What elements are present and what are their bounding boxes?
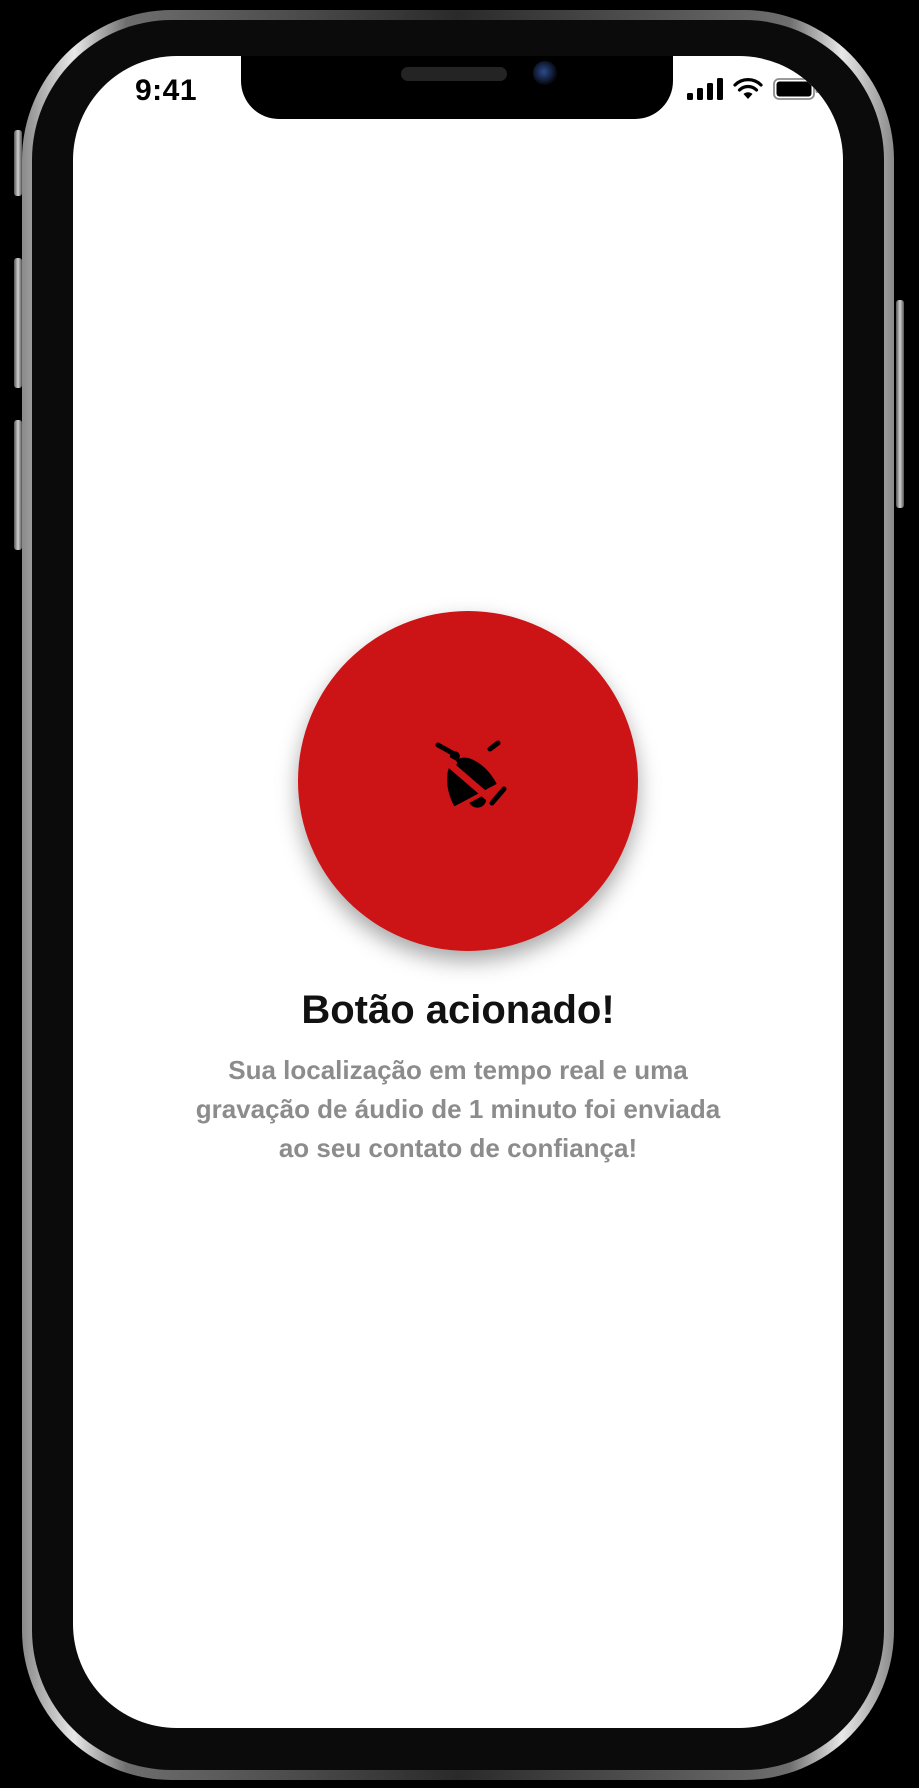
side-button-power: [896, 300, 904, 508]
bell-off-icon: [429, 740, 507, 814]
side-button-mute: [14, 130, 22, 196]
status-icons: [687, 78, 819, 100]
panic-button[interactable]: [298, 611, 638, 951]
alert-message: Sua localização em tempo real e uma grav…: [195, 1055, 721, 1163]
signal-icon: [687, 78, 723, 100]
alert-title: Botão acionado!: [301, 988, 615, 1032]
speaker: [401, 67, 507, 81]
screen: 9:41 Botão acionado! Sua localização em …: [73, 56, 843, 1728]
battery-icon: [773, 78, 819, 100]
status-time: 9:41: [135, 74, 198, 107]
side-button-volume-up: [14, 258, 22, 388]
front-camera: [533, 61, 557, 85]
notch: [241, 56, 673, 119]
side-button-volume-down: [14, 420, 22, 550]
wifi-icon: [733, 78, 763, 99]
